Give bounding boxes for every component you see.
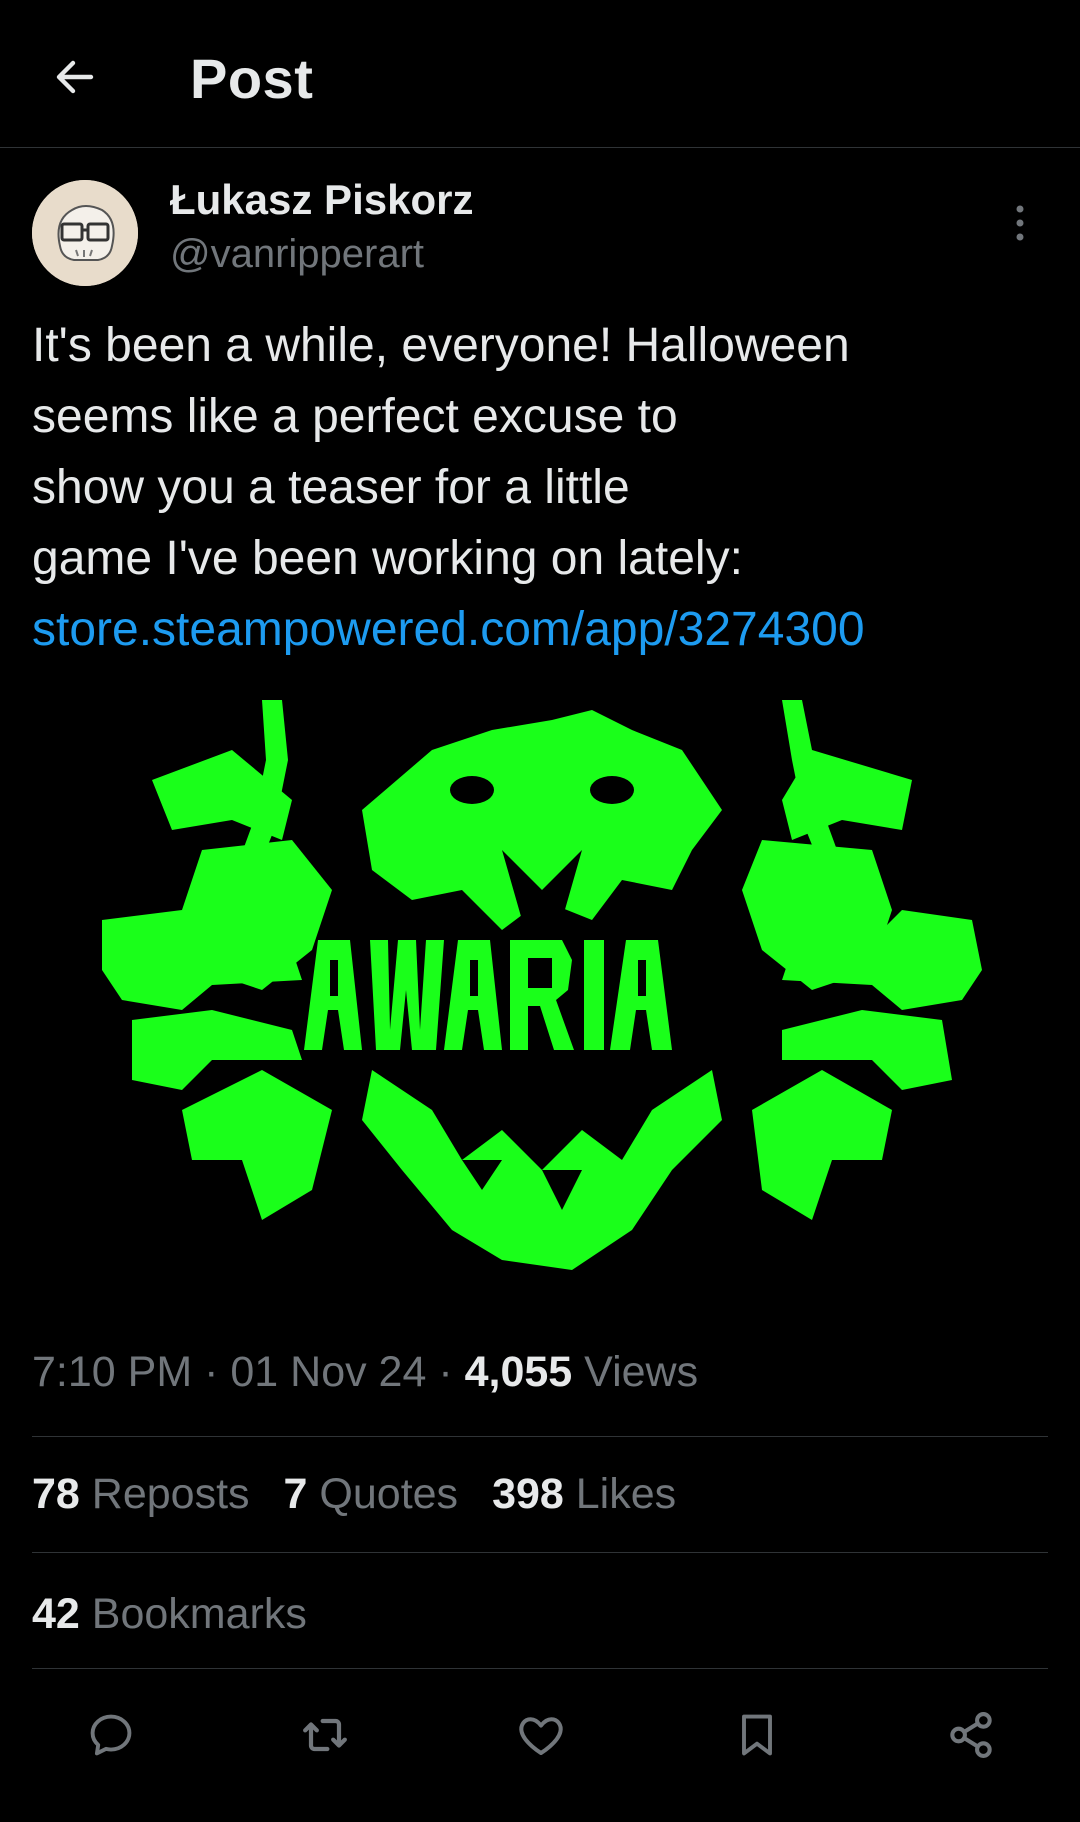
- divider: [32, 1436, 1048, 1437]
- post-date: 01 Nov 24: [230, 1348, 427, 1396]
- post-text-line: show you a teaser for a little: [32, 461, 630, 514]
- page-title: Post: [190, 47, 314, 110]
- meta-separator: ·: [426, 1348, 465, 1396]
- bookmark-icon: [742, 1714, 772, 1756]
- action-bar: [32, 1700, 1048, 1770]
- reposts-count: 78: [32, 1470, 80, 1518]
- stats-row: 78 Reposts 7 Quotes 398 Likes: [32, 1470, 676, 1519]
- meta-separator: ·: [192, 1348, 231, 1396]
- reposts-stat[interactable]: 78 Reposts: [32, 1470, 250, 1519]
- reply-icon: [90, 1714, 132, 1756]
- reply-button[interactable]: [76, 1700, 146, 1770]
- post-meta: 7:10 PM · 01 Nov 24 · 4,055 Views: [32, 1348, 698, 1397]
- likes-stat[interactable]: 398 Likes: [492, 1470, 676, 1519]
- divider: [32, 1668, 1048, 1669]
- post-text: It's been a while, everyone! Halloween s…: [32, 310, 1052, 665]
- bookmarks-count: 42: [32, 1590, 80, 1638]
- reposts-label: Reposts: [79, 1470, 250, 1518]
- post-link[interactable]: store.steampowered.com/app/3274300: [32, 594, 1052, 665]
- like-icon: [519, 1717, 563, 1756]
- bookmark-button[interactable]: [722, 1700, 792, 1770]
- views-count: 4,055: [464, 1348, 573, 1396]
- bookmarks-label: Bookmarks: [79, 1590, 307, 1638]
- divider: [32, 1552, 1048, 1553]
- skull-with-glasses-avatar-icon: [32, 180, 138, 286]
- share-icon: [950, 1712, 992, 1758]
- author-handle[interactable]: @vanripperart: [170, 232, 424, 277]
- back-button[interactable]: [40, 42, 110, 112]
- likes-label: Likes: [563, 1470, 677, 1518]
- more-vertical-icon: [1016, 205, 1024, 241]
- avatar[interactable]: [32, 180, 138, 286]
- quotes-stat[interactable]: 7 Quotes: [284, 1470, 459, 1519]
- views-label: Views: [572, 1348, 699, 1396]
- more-options-button[interactable]: [1000, 198, 1040, 248]
- repost-button[interactable]: [290, 1700, 360, 1770]
- author-name[interactable]: Łukasz Piskorz: [170, 176, 473, 224]
- awaria-logo-image: [102, 700, 982, 1270]
- quotes-count: 7: [283, 1470, 308, 1518]
- bookmarks-stat[interactable]: 42 Bookmarks: [32, 1590, 307, 1639]
- like-button[interactable]: [506, 1700, 576, 1770]
- post-time: 7:10 PM: [32, 1348, 193, 1396]
- post-text-line: game I've been working on lately:: [32, 532, 743, 585]
- quotes-label: Quotes: [307, 1470, 459, 1518]
- share-button[interactable]: [936, 1700, 1006, 1770]
- post-text-line: seems like a perfect excuse to: [32, 390, 678, 443]
- author-row: Łukasz Piskorz @vanripperart: [32, 176, 1048, 286]
- top-bar: Post: [0, 0, 1080, 148]
- likes-count: 398: [492, 1470, 564, 1518]
- repost-icon: [303, 1718, 347, 1752]
- post-image[interactable]: [32, 690, 1048, 1300]
- post-text-line: It's been a while, everyone! Halloween: [32, 319, 850, 372]
- arrow-left-icon: [56, 60, 94, 94]
